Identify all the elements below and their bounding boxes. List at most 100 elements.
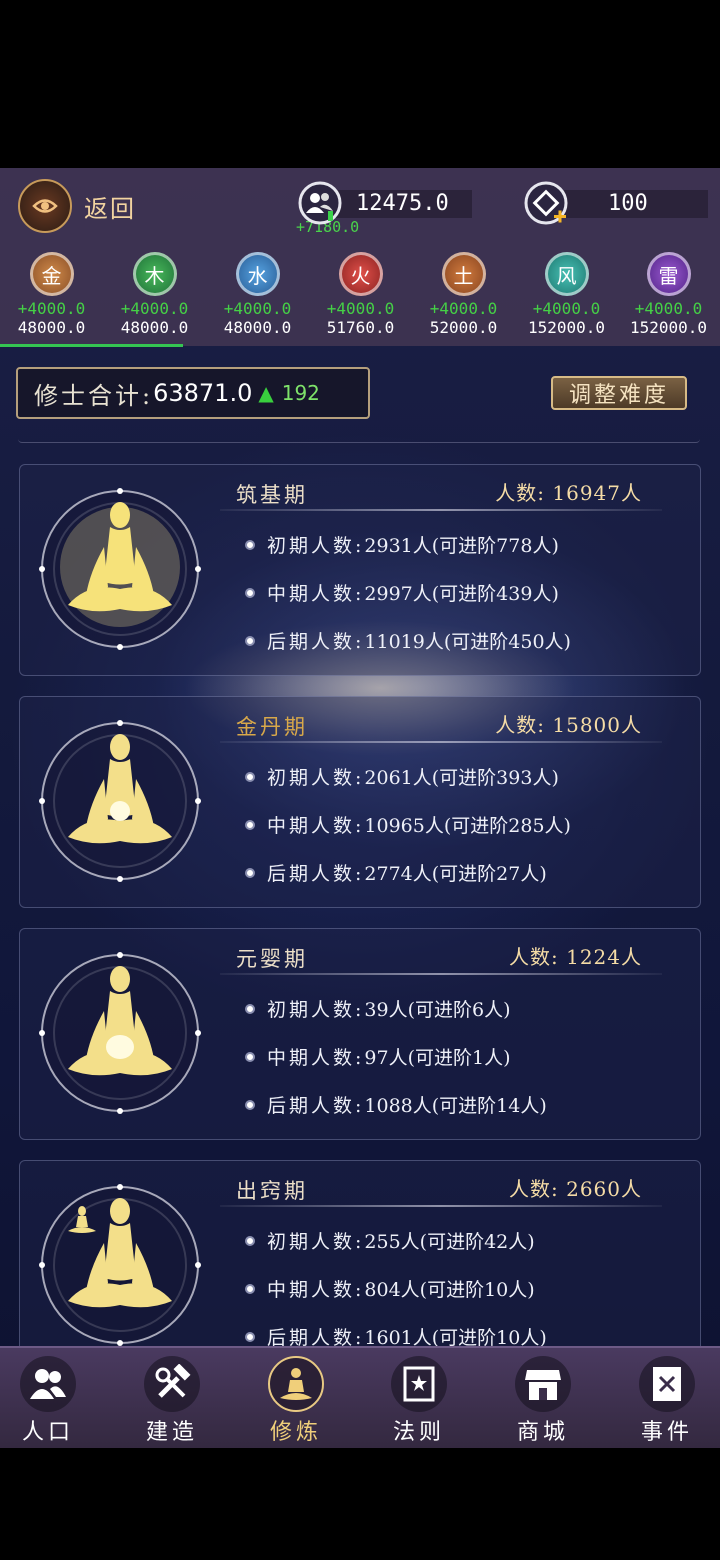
divider [220,741,662,743]
stage-title: 元婴期 [236,947,308,971]
bullet-icon [245,867,255,878]
row-label: 初期人数: [267,999,365,1021]
tab-cultivation[interactable]: 修炼 [236,1348,356,1448]
element-resources: 金 +4000.0 48000.0 木 +4000.0 48000.0 水 +4… [0,252,720,344]
meditation-icon [268,1356,324,1412]
element-earth[interactable]: 土 +4000.0 52000.0 [412,252,515,337]
late-stage-row: 后期人数: 11019人(可进阶450人) [245,627,571,654]
stage-count: 人数: 16947人 [495,481,642,505]
meditation-figure-icon [39,720,201,882]
middle-stage-row: 中期人数: 2997人(可进阶439人) [245,579,559,606]
divider [220,509,662,511]
row-label: 中期人数: [267,583,365,605]
row-label: 中期人数: [267,815,365,837]
row-label: 初期人数: [267,767,365,789]
element-metal[interactable]: 金 +4000.0 48000.0 [0,252,103,337]
element-thunder[interactable]: 雷 +4000.0 152000.0 [617,252,720,337]
tab-label: 建造 [145,1420,198,1445]
element-wood[interactable]: 木 +4000.0 48000.0 [103,252,206,337]
row-label: 后期人数: [267,863,365,885]
element-increment: +4000.0 [120,299,189,318]
wood-orb-icon: 木 [132,252,177,296]
row-value: 97人(可进阶1人) [364,1047,511,1069]
bullet-icon [245,819,255,830]
event-book-icon [639,1356,695,1412]
element-increment: +4000.0 [223,299,292,318]
population-value: 12475.0 [356,190,449,216]
element-total: 48000.0 [17,318,86,337]
bottom-nav: 人口 建造 修炼 法则 商城 事件 [0,1346,720,1448]
population-counter: 12475.0 [298,181,472,225]
meditation-figure-icon [39,952,201,1114]
bullet-icon [245,1283,255,1294]
middle-stage-row: 中期人数: 97人(可进阶1人) [245,1043,511,1070]
element-total: 152000.0 [527,318,606,337]
tab-events[interactable]: 事件 [607,1348,720,1448]
row-value: 1088人(可进阶14人) [364,1095,547,1117]
back-arrow-icon [18,179,72,233]
gem-add-icon[interactable] [524,181,568,225]
tab-shop[interactable]: 商城 [483,1348,603,1448]
element-increment: +4000.0 [326,299,395,318]
back-button[interactable]: 返回 [18,176,168,236]
row-label: 初期人数: [267,535,365,557]
tab-label: 人口 [21,1420,74,1445]
tab-build[interactable]: 建造 [112,1348,232,1448]
cultivation-screen: 返回 12475.0 +7180.0 100 金 +4000.0 48000.0 [0,168,720,1448]
stage-title: 金丹期 [236,715,308,739]
tab-label: 修炼 [269,1420,322,1445]
row-value: 10965人(可进阶285人) [364,815,571,837]
stage-title: 筑基期 [236,483,308,507]
bullet-icon [245,1235,255,1246]
early-stage-row: 初期人数: 255人(可进阶42人) [245,1227,535,1254]
tab-population[interactable]: 人口 [0,1348,108,1448]
bullet-icon [245,1003,255,1014]
row-value: 11019人(可进阶450人) [364,631,571,653]
row-label: 后期人数: [267,1095,365,1117]
people-icon [20,1356,76,1412]
middle-stage-row: 中期人数: 10965人(可进阶285人) [245,811,571,838]
stage-count: 人数: 15800人 [495,713,642,737]
element-fire[interactable]: 火 +4000.0 51760.0 [309,252,412,337]
element-total: 48000.0 [223,318,292,337]
stage-card-zhuji[interactable]: 筑基期 人数: 16947人 初期人数: 2931人(可进阶778人) 中期人数:… [19,464,701,676]
population-icon [298,181,342,225]
earth-orb-icon: 土 [441,252,486,296]
divider [220,1205,662,1207]
gem-counter: 100 [524,181,708,225]
stage-card-yuanying[interactable]: 元婴期 人数: 1224人 初期人数: 39人(可进阶6人) 中期人数: 97人(可… [19,928,701,1140]
element-wind[interactable]: 风 +4000.0 152000.0 [515,252,618,337]
stage-count: 人数: 2660人 [509,1177,642,1201]
element-increment: +4000.0 [532,299,601,318]
adjust-difficulty-button[interactable]: 调整难度 [551,376,687,410]
row-value: 39人(可进阶6人) [364,999,511,1021]
meditation-figure-icon [39,488,201,650]
divider [220,973,662,975]
element-total: 152000.0 [629,318,708,337]
wind-orb-icon: 风 [544,252,589,296]
stage-title: 出窍期 [236,1179,308,1203]
tab-label: 法则 [392,1420,445,1445]
element-total: 52000.0 [429,318,498,337]
cultivator-total-value: 63871.0 [153,379,253,407]
bullet-icon [245,1331,255,1342]
element-increment: +4000.0 [17,299,86,318]
stage-card-jindan[interactable]: 金丹期 人数: 15800人 初期人数: 2061人(可进阶393人) 中期人数:… [19,696,701,908]
bullet-icon [245,1051,255,1062]
fire-orb-icon: 火 [338,252,383,296]
tools-icon [144,1356,200,1412]
back-label: 返回 [84,194,136,223]
row-value: 2061人(可进阶393人) [364,767,559,789]
tab-laws[interactable]: 法则 [359,1348,479,1448]
middle-stage-row: 中期人数: 804人(可进阶10人) [245,1275,535,1302]
stage-card-chuqiao[interactable]: 出窍期 人数: 2660人 初期人数: 255人(可进阶42人) 中期人数: 804… [19,1160,701,1372]
bullet-icon [245,635,255,646]
late-stage-row: 后期人数: 1088人(可进阶14人) [245,1091,547,1118]
row-label: 初期人数: [267,1231,365,1253]
row-label: 后期人数: [267,631,365,653]
top-resource-bar: 返回 12475.0 +7180.0 100 金 +4000.0 48000.0 [0,168,720,347]
element-water[interactable]: 水 +4000.0 48000.0 [206,252,309,337]
element-total: 51760.0 [326,318,395,337]
element-increment: +4000.0 [634,299,703,318]
cultivator-increase: 192 [281,381,320,405]
